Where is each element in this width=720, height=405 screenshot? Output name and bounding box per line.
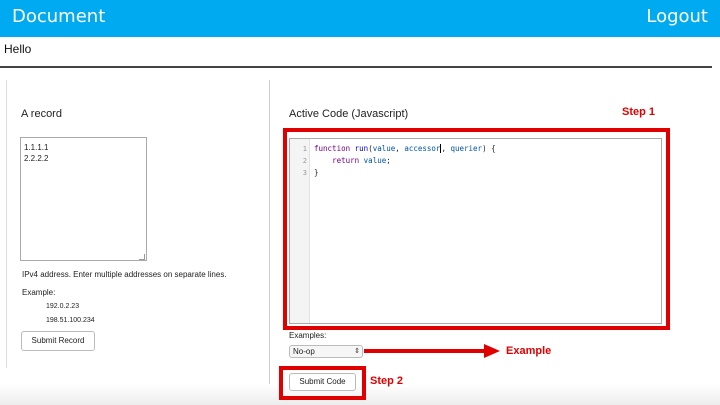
example-ip: 198.51.100.234 — [46, 317, 95, 324]
step2-highlight-box — [279, 366, 366, 400]
textarea-resize-handle[interactable] — [139, 254, 145, 260]
arrow-icon — [364, 349, 486, 353]
examples-label: Examples: — [289, 331, 327, 340]
ipv4-help-text: IPv4 address. Enter multiple addresses o… — [22, 270, 227, 279]
examples-select[interactable]: No-op ⇕ — [289, 345, 363, 358]
a-record-title: A record — [21, 108, 62, 120]
arrow-head-icon — [484, 344, 500, 358]
panel-divider — [269, 80, 270, 400]
greeting-text: Hello — [4, 42, 32, 56]
a-record-textarea[interactable] — [20, 137, 147, 261]
logout-link[interactable]: Logout — [646, 6, 708, 27]
active-code-title: Active Code (Javascript) — [289, 108, 409, 120]
app-title: Document — [12, 6, 106, 27]
step1-highlight-box — [283, 128, 670, 330]
left-panel-border — [6, 80, 7, 368]
example-annotation: Example — [506, 345, 552, 357]
example-label: Example: — [22, 288, 56, 297]
step1-annotation: Step 1 — [622, 106, 656, 118]
select-caret-icon: ⇕ — [354, 348, 360, 355]
submit-record-button[interactable]: Submit Record — [21, 331, 95, 351]
header-divider — [0, 66, 712, 68]
step2-annotation: Step 2 — [370, 375, 404, 387]
examples-selected-value: No-op — [293, 347, 315, 356]
example-ip: 192.0.2.23 — [46, 303, 80, 310]
top-bar: Document Logout — [0, 0, 720, 37]
